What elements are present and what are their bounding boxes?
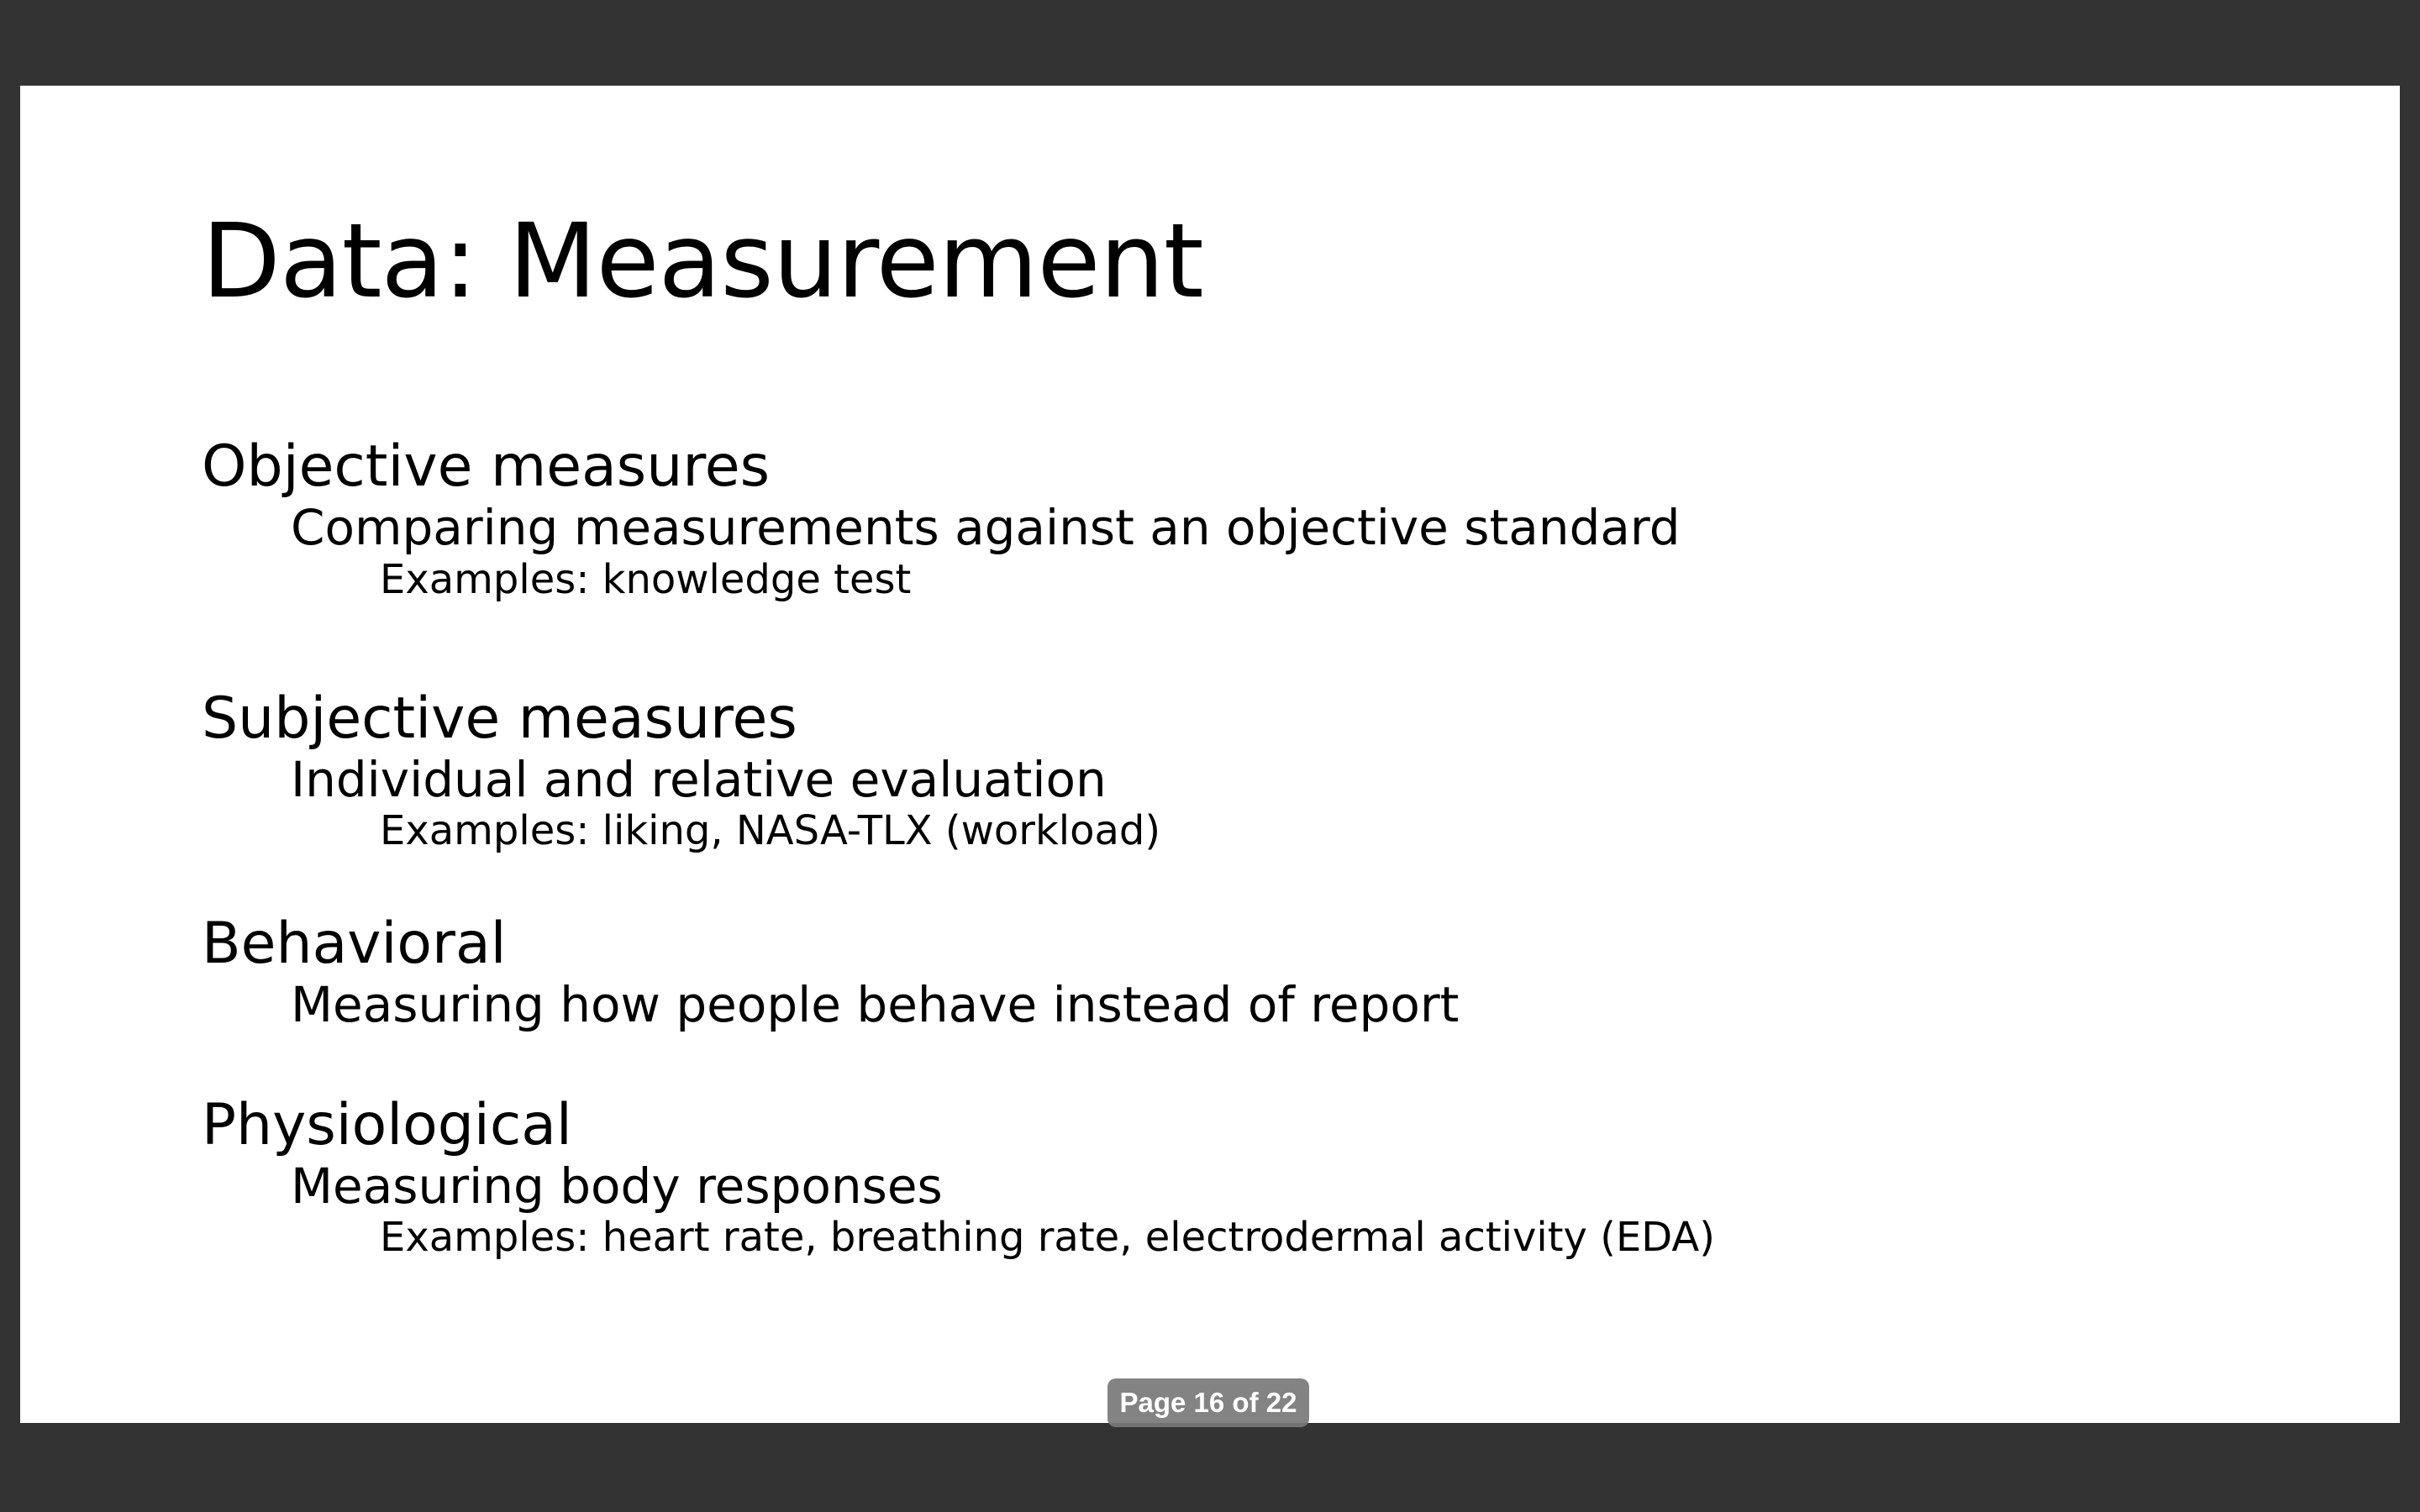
section-heading-behavioral: Behavioral (202, 911, 507, 977)
document-viewer: Data: Measurement Objective measures Com… (0, 0, 2420, 1512)
section-examples-objective: Examples: knowledge test (380, 556, 912, 603)
section-examples-subjective: Examples: liking, NASA-TLX (workload) (380, 807, 1161, 854)
section-heading-subjective: Subjective measures (202, 685, 797, 752)
section-heading-physiological: Physiological (202, 1092, 572, 1158)
section-examples-physiological: Examples: heart rate, breathing rate, el… (380, 1214, 1715, 1261)
page-indicator: Page 16 of 22 (1107, 1378, 1309, 1427)
section-description-objective: Comparing measurements against an object… (291, 499, 1681, 556)
slide-title: Data: Measurement (202, 202, 1204, 321)
section-description-behavioral: Measuring how people behave instead of r… (291, 976, 1460, 1033)
section-heading-objective: Objective measures (202, 433, 771, 500)
section-description-physiological: Measuring body responses (291, 1158, 943, 1215)
slide-page: Data: Measurement Objective measures Com… (20, 86, 2400, 1423)
section-description-subjective: Individual and relative evaluation (291, 751, 1107, 808)
